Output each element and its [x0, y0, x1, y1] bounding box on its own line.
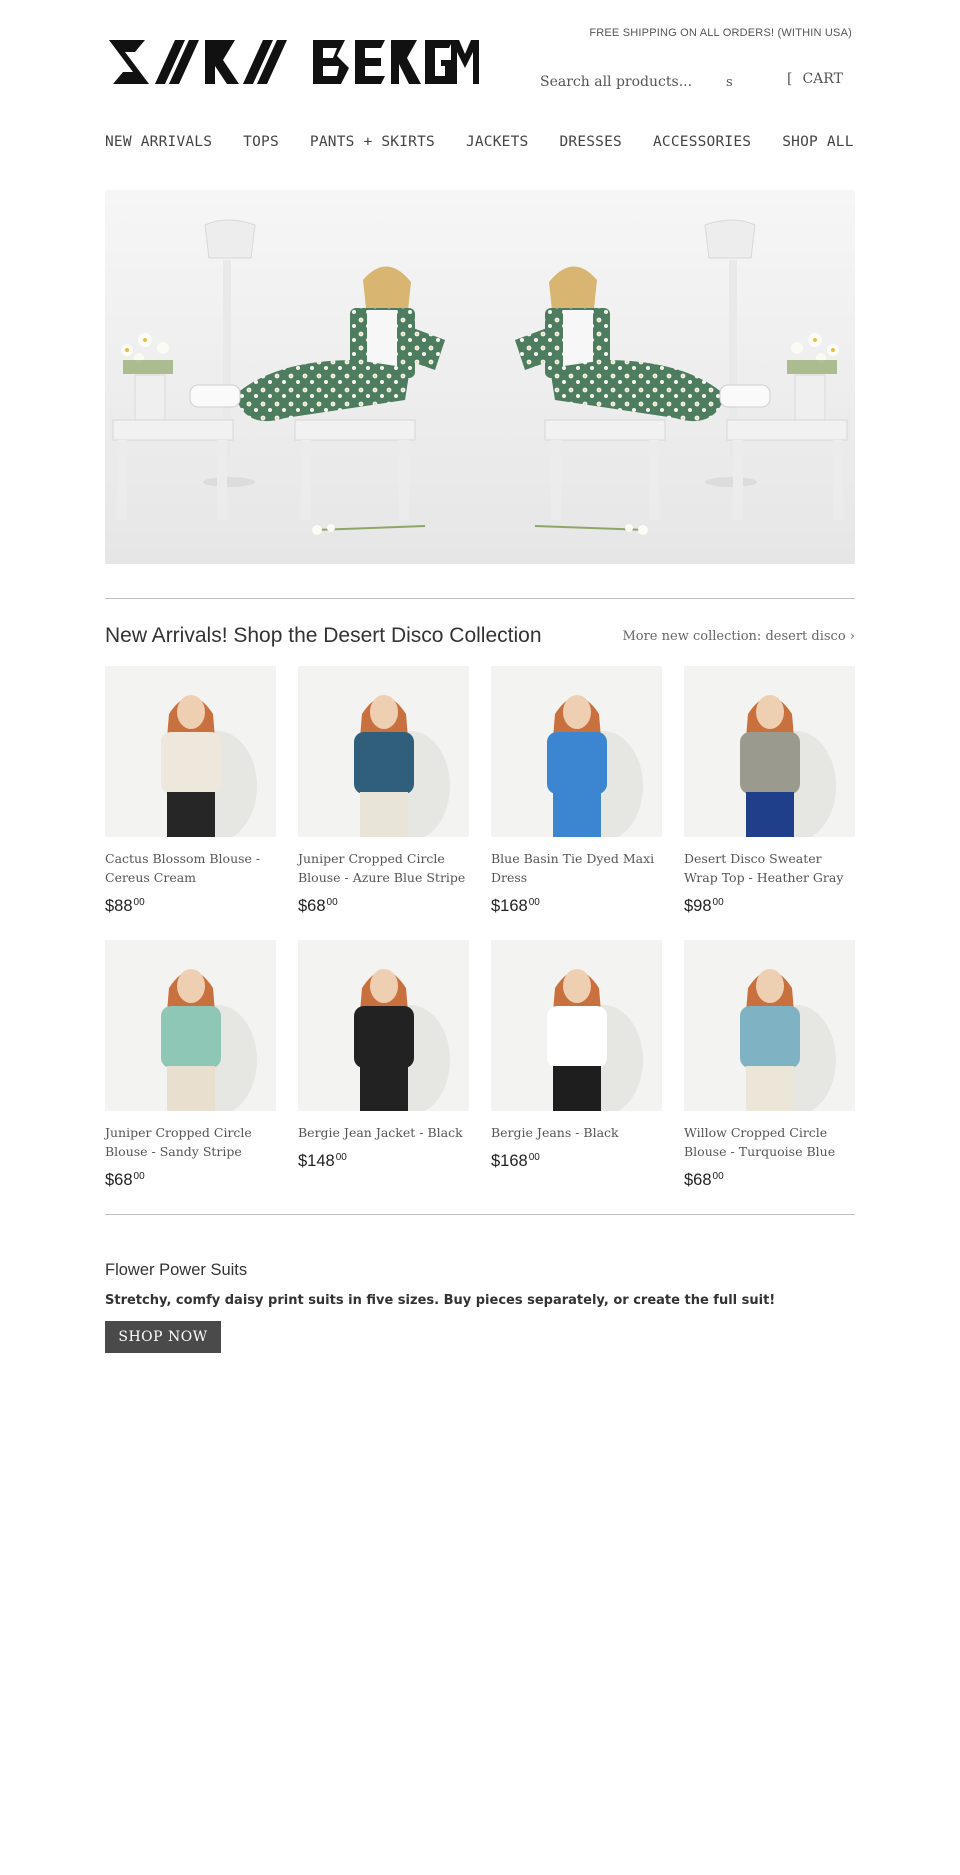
product-price: $6800 — [105, 1171, 145, 1189]
more-collection-link[interactable]: More new collection: desert disco › — [622, 629, 855, 644]
product-title[interactable]: Juniper Cropped Circle Blouse - Azure Bl… — [298, 849, 469, 887]
product-title[interactable]: Cactus Blossom Blouse - Cereus Cream — [105, 849, 276, 887]
promo-text: Stretchy, comfy daisy print suits in fiv… — [105, 1293, 776, 1308]
nav-item-new-arrivals[interactable]: NEW ARRIVALS — [105, 134, 212, 150]
product-image[interactable] — [684, 666, 855, 837]
shipping-notice: FREE SHIPPING ON ALL ORDERS! (WITHIN USA… — [589, 27, 852, 39]
product-image[interactable] — [491, 666, 662, 837]
search-input[interactable] — [540, 74, 720, 90]
product-price: $14800 — [298, 1152, 347, 1170]
product-image[interactable] — [298, 940, 469, 1111]
search-icon[interactable]: s — [726, 75, 733, 90]
hero-banner[interactable] — [105, 190, 855, 564]
product-title[interactable]: Desert Disco Sweater Wrap Top - Heather … — [684, 849, 855, 887]
product-card[interactable]: Desert Disco Sweater Wrap Top - Heather … — [684, 666, 855, 940]
product-title[interactable]: Bergie Jean Jacket - Black — [298, 1123, 469, 1142]
product-price: $16800 — [491, 897, 540, 915]
cart-icon: [ — [787, 71, 793, 87]
nav-item-jackets[interactable]: JACKETS — [466, 134, 529, 150]
search-bar[interactable]: s — [540, 70, 750, 94]
divider — [105, 1214, 855, 1215]
product-title[interactable]: Willow Cropped Circle Blouse - Turquoise… — [684, 1123, 855, 1161]
nav-item-shop-all[interactable]: SHOP ALL — [782, 134, 853, 150]
collection-title: New Arrivals! Shop the Desert Disco Coll… — [105, 624, 542, 647]
cart-link[interactable]: [ CART — [787, 71, 843, 87]
brand-logo[interactable] — [105, 32, 485, 92]
product-price: $16800 — [491, 1152, 540, 1170]
product-grid: Cactus Blossom Blouse - Cereus Cream $88… — [105, 666, 855, 1214]
product-title[interactable]: Bergie Jeans - Black — [491, 1123, 662, 1142]
product-card[interactable]: Bergie Jean Jacket - Black $14800 — [298, 940, 469, 1214]
product-card[interactable]: Bergie Jeans - Black $16800 — [491, 940, 662, 1214]
product-card[interactable]: Cactus Blossom Blouse - Cereus Cream $88… — [105, 666, 276, 940]
product-price: $9800 — [684, 897, 724, 915]
product-image[interactable] — [105, 940, 276, 1111]
main-nav: NEW ARRIVALS TOPS PANTS + SKIRTS JACKETS… — [105, 134, 854, 150]
nav-item-accessories[interactable]: ACCESSORIES — [653, 134, 751, 150]
hero-image — [105, 190, 855, 564]
product-image[interactable] — [298, 666, 469, 837]
product-price: $8800 — [105, 897, 145, 915]
nav-item-dresses[interactable]: DRESSES — [559, 134, 622, 150]
product-image[interactable] — [684, 940, 855, 1111]
nav-item-pants-skirts[interactable]: PANTS + SKIRTS — [310, 134, 435, 150]
product-image[interactable] — [491, 940, 662, 1111]
nav-item-tops[interactable]: TOPS — [243, 134, 279, 150]
product-image[interactable] — [105, 666, 276, 837]
product-title[interactable]: Juniper Cropped Circle Blouse - Sandy St… — [105, 1123, 276, 1161]
product-card[interactable]: Juniper Cropped Circle Blouse - Azure Bl… — [298, 666, 469, 940]
cart-label: CART — [802, 71, 843, 87]
product-card[interactable]: Juniper Cropped Circle Blouse - Sandy St… — [105, 940, 276, 1214]
divider — [105, 598, 855, 599]
product-price: $6800 — [298, 897, 338, 915]
product-title[interactable]: Blue Basin Tie Dyed Maxi Dress — [491, 849, 662, 887]
product-card[interactable]: Willow Cropped Circle Blouse - Turquoise… — [684, 940, 855, 1214]
product-card[interactable]: Blue Basin Tie Dyed Maxi Dress $16800 — [491, 666, 662, 940]
product-price: $6800 — [684, 1171, 724, 1189]
shop-now-button[interactable]: SHOP NOW — [105, 1321, 221, 1353]
promo-title: Flower Power Suits — [105, 1261, 248, 1279]
